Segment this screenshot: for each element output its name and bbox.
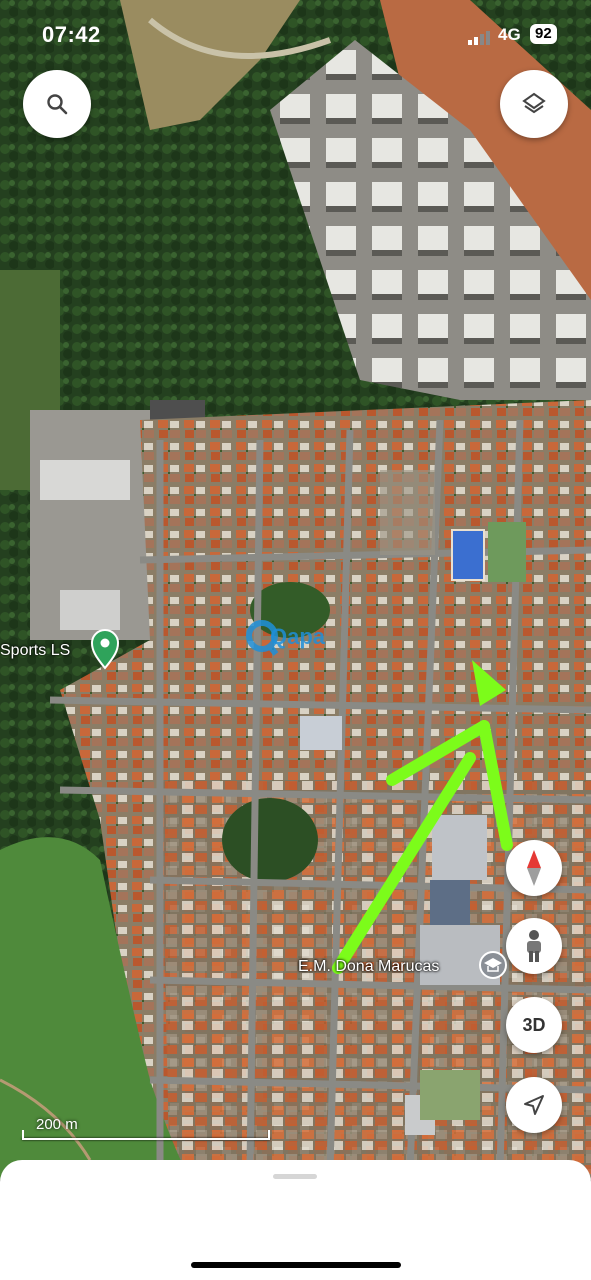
my-location-button[interactable]	[506, 1077, 562, 1133]
compass-button[interactable]	[506, 840, 562, 896]
sheet-drag-handle[interactable]	[273, 1174, 317, 1179]
pegman-icon	[527, 930, 541, 962]
location-arrow-icon	[524, 1095, 544, 1115]
layers-icon	[522, 92, 546, 114]
compass-icon	[527, 850, 541, 886]
3d-label: 3D	[522, 1014, 546, 1035]
sports-poi-label[interactable]: Sports LS	[0, 642, 70, 660]
search-icon	[47, 94, 68, 115]
battery-level: 92	[530, 24, 557, 44]
watermark-text: Qapa	[270, 624, 326, 649]
search-button[interactable]	[23, 70, 91, 138]
scale-label: 200 m	[36, 1116, 78, 1133]
school-poi-label[interactable]: E.M. Dona Marucas	[298, 958, 439, 976]
school-poi-pin[interactable]	[479, 951, 507, 979]
layers-button[interactable]	[500, 70, 568, 138]
status-bar: 07:42 4G 92	[0, 0, 591, 70]
signal-icon	[468, 31, 490, 45]
map-scale-bar: 200 m	[22, 1114, 272, 1140]
scale-line	[22, 1138, 270, 1140]
satellite-map[interactable]: Sports LS E.M. Dona Marucas Qapa	[0, 0, 591, 1180]
home-indicator[interactable]	[191, 1262, 401, 1268]
network-type: 4G	[498, 25, 521, 44]
status-time: 07:42	[42, 22, 101, 47]
3d-view-button[interactable]: 3D	[506, 997, 562, 1053]
street-view-button[interactable]	[506, 918, 562, 974]
